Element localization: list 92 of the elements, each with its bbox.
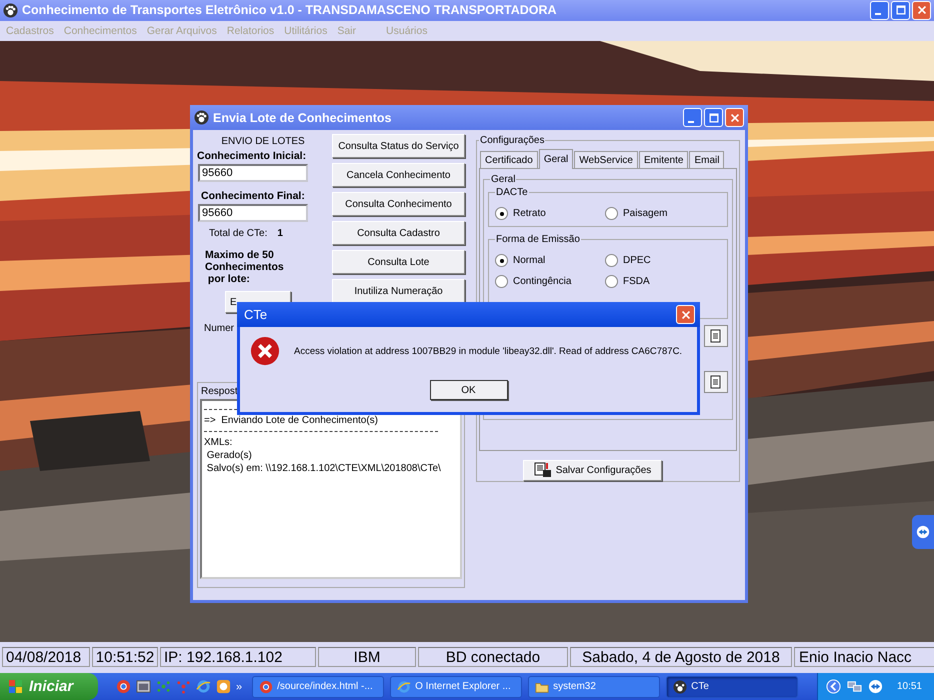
action-button[interactable]: Consulta Lote [332,250,465,274]
error-message: Access violation at address 1007BB29 in module 'libeay32.dll'. Read of address CA6C787C. [294,346,682,356]
ok-button[interactable]: OK [430,380,508,400]
radio-label: FSDA [623,276,650,287]
dialog-title: CTe [244,307,268,322]
group-label: Configurações [479,134,546,147]
radio-label: DPEC [623,255,651,266]
field-label: Conhecimento Final: [201,190,305,202]
limit-note: Maximo de 50 Conhecimentos por lote: [205,249,284,285]
minimize-icon [874,13,880,16]
tab[interactable]: Emitente [639,151,688,168]
more-button[interactable]: » [236,680,242,692]
taskbar-button[interactable]: O Internet Explorer ... [390,676,522,698]
remote-icon[interactable] [868,679,883,694]
status-panel: Sabado, 4 de Agosto de 2018 [570,647,792,667]
close-icon [916,4,928,16]
log-line: XMLs: [204,436,232,449]
side-tab[interactable] [912,515,934,549]
input-field[interactable]: 95660 [198,164,308,182]
flag-icon [8,678,24,694]
radio-button[interactable] [605,207,618,220]
group-label: Respost [200,385,239,398]
total-value: 1 [277,228,283,239]
clock: 10:51 [896,681,922,692]
radio-label: Contingência [513,276,572,287]
input-field[interactable]: 95660 [198,204,308,222]
radio-button[interactable] [495,254,508,267]
maximize-icon [894,4,906,16]
window-title: Conhecimento de Transportes Eletrônico v1.0 - TRANSDAMASCENO TRANSPORTADORA [22,3,558,18]
document-icon [709,329,723,343]
close-button[interactable] [725,108,744,127]
radio-button[interactable] [605,275,618,288]
radio-label: Retrato [513,208,546,219]
tab[interactable]: WebService [574,151,638,168]
status-panel: BD conectado [418,647,568,667]
maximize-icon [708,112,720,124]
browser-icon[interactable] [196,679,211,694]
radio-button[interactable] [605,254,618,267]
minimize-button[interactable] [683,108,702,127]
status-panel: IBM [318,647,416,667]
status-panel: 04/08/2018 [2,647,90,667]
number-label: Numer [204,323,234,334]
status-panel: Enio Inacio Nacc [794,647,934,667]
maximize-button[interactable] [704,108,723,127]
close-button[interactable] [912,0,931,20]
log-line: Salvo(s) em: \\192.168.1.102\CTE\XML\201808\CTe\ [206,462,441,475]
close-icon [680,308,692,320]
arrows-icon [916,525,930,539]
log-line: Gerado(s) [206,449,252,462]
network-icon[interactable] [846,679,862,694]
action-button[interactable]: Consulta Conhecimento [332,192,465,216]
radio-label: Normal [513,255,546,266]
error-icon [250,336,280,366]
dialog-title: Envia Lote de Conhecimentos [213,110,393,124]
minimize-icon [688,120,694,122]
browser-icon [259,680,274,694]
taskbar-button[interactable]: /source/index.html -... [252,676,384,698]
save-button[interactable]: Salvar Configurações [523,460,662,481]
document-icon [709,375,723,389]
radio-button[interactable] [495,207,508,220]
expand-icon[interactable] [826,679,841,694]
total-label: Total de CTe: [209,228,268,239]
status-panel: IP: 192.168.1.102 [160,647,316,667]
radio-label: Paisagem [623,208,668,219]
maximize-button[interactable] [891,0,910,20]
close-button[interactable] [676,305,695,324]
window-icon[interactable] [136,679,151,694]
browser-icon[interactable] [116,679,131,694]
section-heading: ENVIO DE LOTES [221,136,305,147]
action-button[interactable]: Consulta Status do Serviço [332,134,465,158]
paw-icon [3,2,18,18]
messenger-icon[interactable] [216,679,231,694]
tab[interactable]: Geral [538,149,574,169]
tab[interactable]: Certificado [480,151,538,168]
log-line: => Enviando Lote de Conhecimento(s) [204,414,378,427]
field-label: Conhecimento Inicial: [197,150,306,162]
taskbar-button[interactable]: CTe [666,676,798,698]
close-icon [728,112,740,124]
document-button[interactable] [704,325,728,347]
browser-icon [397,680,412,694]
minimize-button[interactable] [870,0,889,20]
action-button[interactable]: Cancela Conhecimento [332,163,465,187]
action-button[interactable]: Consulta Cadastro [332,221,465,245]
action-button[interactable]: Inutiliza Numeração [332,279,465,303]
paw-icon [673,680,688,694]
save-icon [534,462,552,478]
document-button[interactable] [704,371,728,393]
status-panel: 10:51:52 [92,647,158,667]
paw-icon [194,110,209,125]
taskbar-button[interactable]: system32 [528,676,660,698]
radio-button[interactable] [495,275,508,288]
tab[interactable]: Email [689,151,724,168]
